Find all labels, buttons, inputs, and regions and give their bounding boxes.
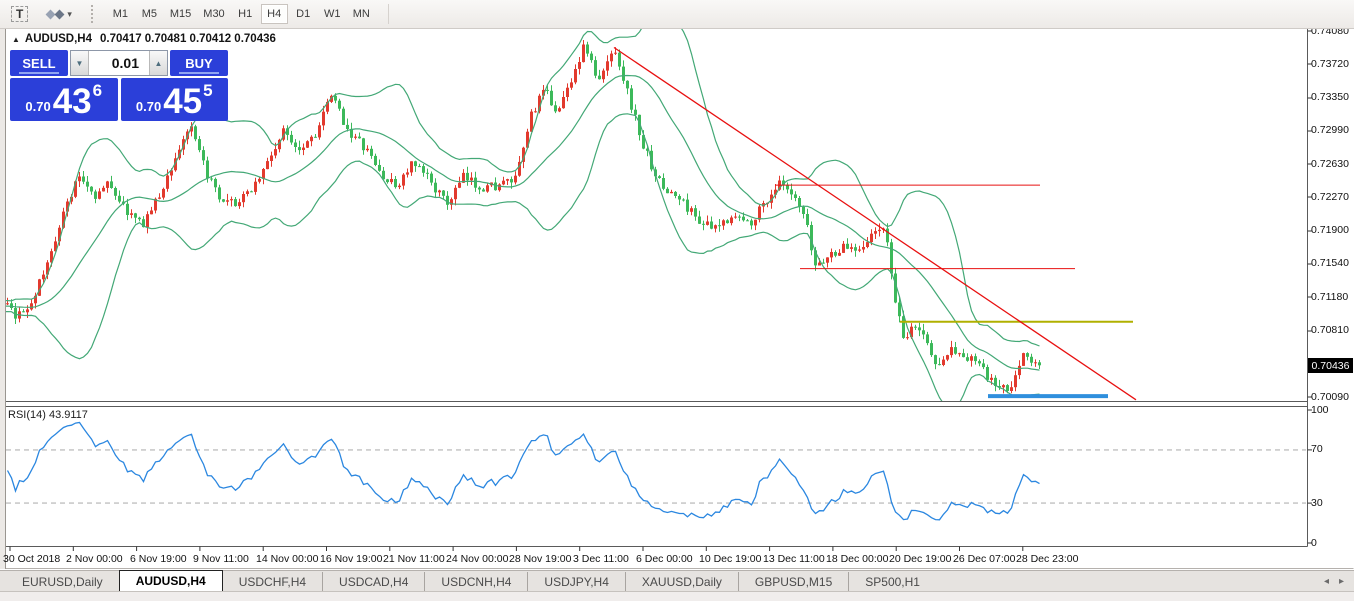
time-tick-label: 21 Nov 11:00 [383, 553, 445, 565]
timeframe-button-d1[interactable]: D1 [290, 4, 317, 24]
time-tick-label: 13 Dec 11:00 [763, 553, 825, 565]
tab-scroll-right-icon[interactable]: ▸ [1339, 576, 1344, 587]
chevron-down-icon: ▾ [67, 8, 72, 19]
time-tick-label: 2 Nov 00:00 [66, 553, 123, 565]
symbol-label: AUDUSD,H4 [24, 33, 93, 45]
diamond-icon [54, 9, 65, 19]
volume-input[interactable]: 0.01 [89, 51, 149, 75]
rsi-tick-label: 0 [1311, 537, 1317, 549]
time-tick-label: 18 Dec 00:00 [826, 553, 889, 565]
sell-price-prefix: 0.70 [25, 99, 51, 114]
sell-price-point: 6 [92, 81, 103, 100]
price-tick-label: 0.73350 [1311, 91, 1349, 103]
time-tick-label: 28 Dec 23:00 [1016, 553, 1079, 565]
rsi-tick-label: 70 [1311, 443, 1323, 455]
sell-price-display[interactable]: 0.70 43 6 [10, 78, 118, 121]
tab-eurusd-daily[interactable]: EURUSD,Daily [6, 572, 119, 591]
timeframe-button-m1[interactable]: M1 [107, 4, 134, 24]
price-tick-label: 0.71180 [1311, 291, 1349, 303]
buy-price-display[interactable]: 0.70 45 5 [120, 78, 228, 122]
tab-scroll-left-icon[interactable]: ◂ [1324, 576, 1329, 587]
price-tick-label: 0.70810 [1311, 324, 1349, 336]
last-price-badge: 0.70436 [1308, 358, 1353, 373]
time-tick-label: 30 Oct 2018 [3, 553, 61, 565]
price-tick-label: 0.71900 [1311, 224, 1349, 236]
time-tick-label: 28 Nov 19:00 [509, 553, 572, 565]
toolbar: T ▾ M1 M5 M15 M30 H1 H4 D1 W1 MN [0, 0, 1354, 29]
timeframe-button-m15[interactable]: M15 [165, 4, 196, 24]
buy-price-prefix: 0.70 [135, 99, 162, 114]
price-tick-label: 0.72630 [1311, 158, 1349, 170]
buy-price-pips: 45 [163, 82, 203, 122]
rsi-tick-label: 30 [1311, 497, 1323, 509]
timeframe-button-h4[interactable]: H4 [260, 4, 288, 24]
volume-decrease-button[interactable]: ▼ [71, 51, 89, 75]
toolbar-grip[interactable] [90, 5, 98, 23]
tab-usdchf-h4[interactable]: USDCHF,H4 [223, 572, 322, 591]
ohlc-values: 0.70417 0.70481 0.70412 0.70436 [100, 33, 276, 45]
tab-usdjpy-h4[interactable]: USDJPY,H4 [527, 572, 624, 591]
time-tick-label: 26 Dec 07:00 [953, 553, 1016, 565]
volume-increase-button[interactable]: ▲ [149, 51, 167, 75]
sell-price-pips: 43 [52, 82, 92, 122]
tab-usdcad-h4[interactable]: USDCAD,H4 [322, 572, 424, 591]
tab-audusd-h4[interactable]: AUDUSD,H4 [118, 570, 223, 591]
tab-usdcnh-h4[interactable]: USDCNH,H4 [424, 572, 527, 591]
tab-xauusd-daily[interactable]: XAUUSD,Daily [624, 572, 738, 591]
timeframe-button-m30[interactable]: M30 [198, 4, 229, 24]
collapse-panel-icon[interactable]: ▲ [12, 35, 20, 44]
pane-splitter[interactable] [0, 402, 1354, 406]
timeframe-button-m5[interactable]: M5 [136, 4, 163, 24]
chart-title: ▲ AUDUSD,H4 0.70417 0.70481 0.70412 0.7043… [12, 33, 276, 45]
text-tool-button[interactable]: T [4, 3, 35, 25]
sell-button[interactable]: SELL [10, 50, 68, 76]
tab-gbpusd-m15[interactable]: GBPUSD,M15 [737, 572, 848, 591]
price-tick-label: 0.71540 [1311, 257, 1349, 269]
tab-scroll-arrows: ◂ ▸ [1324, 571, 1354, 591]
toolbar-separator [387, 4, 389, 24]
time-tick-label: 20 Dec 19:00 [889, 553, 952, 565]
text-tool-icon: T [11, 6, 29, 22]
timeframe-group: M1 M5 M15 M30 H1 H4 D1 W1 MN [106, 4, 376, 24]
rsi-indicator-label: RSI(14) 43.9117 [8, 409, 88, 421]
price-tick-label: 0.73720 [1311, 58, 1349, 70]
volume-control: ▼ 0.01 ▲ [70, 50, 168, 76]
time-tick-label: 6 Nov 19:00 [130, 553, 187, 565]
time-tick-label: 16 Nov 19:00 [320, 553, 383, 565]
timeframe-button-h1[interactable]: H1 [232, 4, 259, 24]
window-left-edge [0, 28, 6, 569]
time-tick-label: 10 Dec 19:00 [699, 553, 762, 565]
drawing-tool-button[interactable]: ▾ [39, 3, 79, 25]
time-tick-label: 3 Dec 11:00 [573, 553, 629, 565]
one-click-trade-panel: SELL ▼ 0.01 ▲ BUY 0.70 43 6 0.70 45 5 [10, 50, 228, 121]
timeframe-button-mn[interactable]: MN [348, 4, 375, 24]
time-tick-label: 6 Dec 00:00 [636, 553, 693, 565]
price-tick-label: 0.72990 [1311, 124, 1349, 136]
timeframe-button-w1[interactable]: W1 [319, 4, 346, 24]
buy-price-point: 5 [203, 81, 213, 100]
buy-button[interactable]: BUY [170, 50, 228, 76]
time-tick-label: 9 Nov 11:00 [193, 553, 249, 565]
tab-sp500-h1[interactable]: SP500,H1 [848, 572, 936, 591]
time-tick-label: 24 Nov 00:00 [446, 553, 509, 565]
time-tick-label: 14 Nov 00:00 [256, 553, 319, 565]
price-tick-label: 0.72270 [1311, 191, 1349, 203]
chart-tab-bar: EURUSD,Daily AUDUSD,H4 USDCHF,H4 USDCAD,H4 U… [0, 570, 1354, 591]
